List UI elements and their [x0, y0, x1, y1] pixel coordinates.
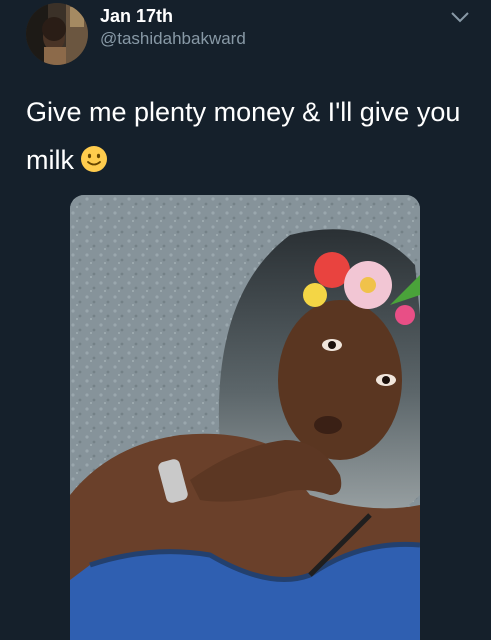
tweet-photo[interactable] — [70, 195, 420, 640]
avatar[interactable] — [26, 3, 88, 65]
slightly-smiling-face-icon — [80, 140, 108, 172]
tweet-card: Jan 17th @tashidahbakward Give me plenty… — [0, 0, 491, 640]
tweet-text: Give me plenty money & I'll give you mil… — [26, 88, 471, 184]
chevron-down-icon[interactable] — [450, 10, 470, 24]
user-handle[interactable]: @tashidahbakward — [100, 29, 246, 49]
tweet-date[interactable]: Jan 17th — [100, 6, 173, 27]
